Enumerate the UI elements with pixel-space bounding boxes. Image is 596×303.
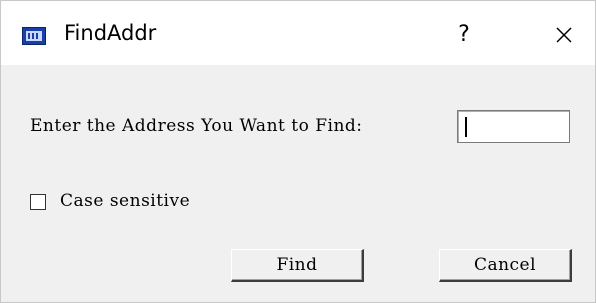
- case-sensitive-checkbox[interactable]: [30, 194, 46, 210]
- close-icon: [556, 27, 572, 43]
- app-window-icon: [22, 27, 46, 45]
- address-prompt-label: Enter the Address You Want to Find:: [30, 116, 363, 136]
- find-button[interactable]: Find: [231, 249, 364, 282]
- window-title: FindAddr: [64, 21, 157, 45]
- find-address-dialog: FindAddr ? Enter the Address You Want to…: [0, 0, 596, 303]
- help-button[interactable]: ?: [444, 15, 484, 55]
- title-bar[interactable]: FindAddr ?: [1, 1, 595, 65]
- cancel-button[interactable]: Cancel: [439, 249, 572, 282]
- case-sensitive-label[interactable]: Case sensitive: [60, 191, 190, 211]
- text-caret: [465, 117, 467, 137]
- address-input[interactable]: [457, 110, 570, 143]
- close-button[interactable]: [544, 15, 584, 55]
